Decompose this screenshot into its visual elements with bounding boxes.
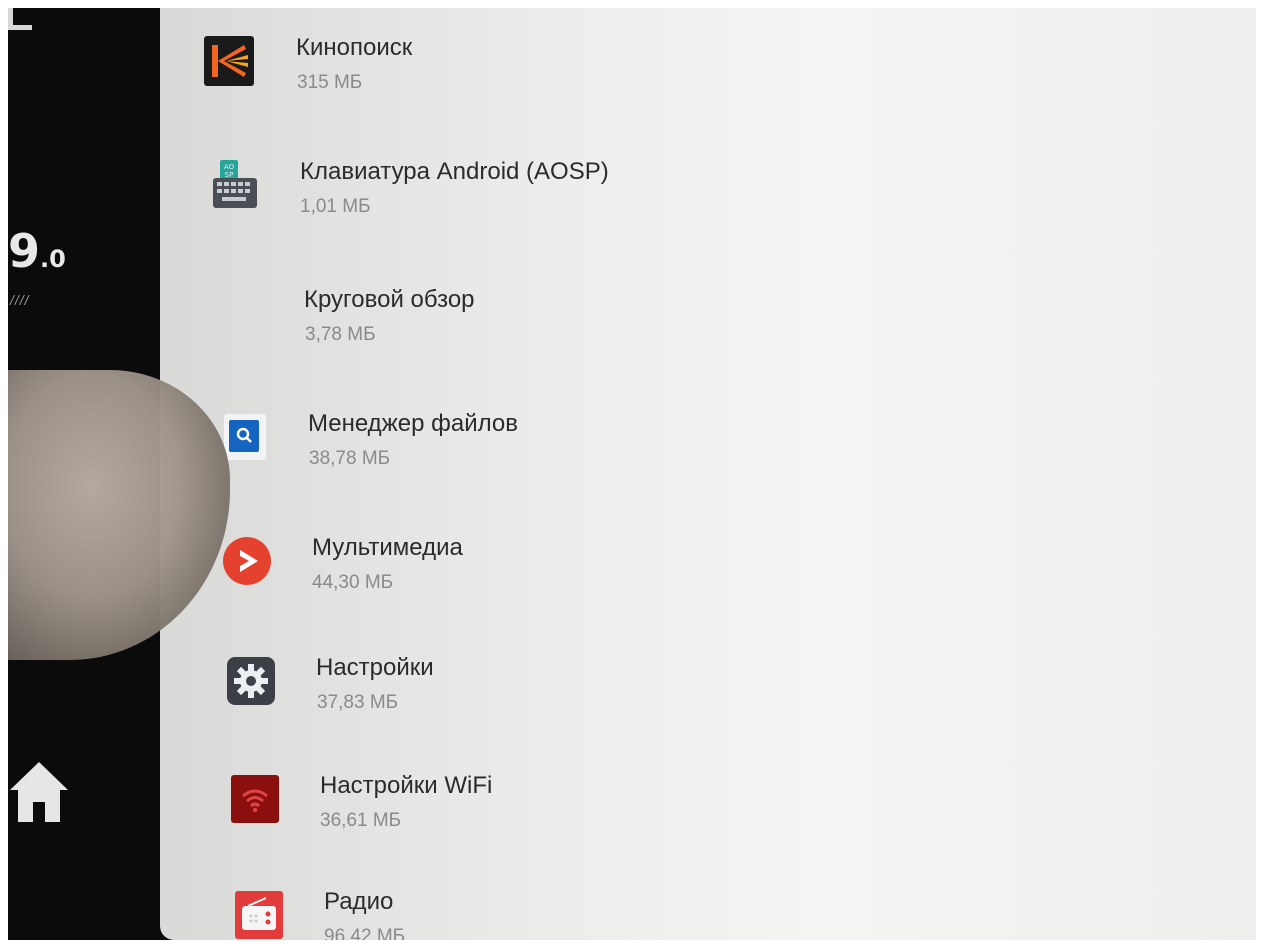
multimedia-icon (222, 536, 272, 586)
app-size: 37,83 МБ (317, 692, 399, 713)
app-name: Менеджер файлов (308, 410, 518, 437)
photo-border (0, 940, 1264, 944)
file-manager-icon (220, 412, 270, 462)
home-icon[interactable] (8, 756, 70, 826)
app-row-settings[interactable]: Настройки 37,83 МБ (226, 654, 1126, 756)
app-size: 96,42 МБ (324, 926, 406, 940)
back-icon[interactable] (8, 8, 32, 30)
app-size: 1,01 МБ (300, 196, 371, 217)
app-name: Настройки (316, 654, 434, 681)
app-row-kinopoisk[interactable]: Кинопоиск 315 МБ (204, 34, 1104, 136)
wifi-icon (230, 774, 280, 824)
photo-border (1256, 0, 1264, 944)
app-row-file-manager[interactable]: Менеджер файлов 38,78 МБ (220, 410, 1120, 512)
app-name: Круговой обзор (304, 286, 475, 313)
app-size: 38,78 МБ (309, 448, 391, 469)
speed-readout: 9.0 (8, 224, 66, 278)
app-row-surround-view[interactable]: Круговой обзор 3,78 МБ (304, 286, 1104, 388)
app-name: Кинопоиск (296, 34, 413, 61)
app-size: 315 МБ (297, 72, 363, 93)
keyboard-icon: AO SP (210, 160, 260, 210)
app-list-panel: Кинопоиск 315 МБ AO SP Клавиатура Androi… (160, 8, 1256, 940)
kinopoisk-icon (204, 36, 254, 86)
app-name: Клавиатура Android (AOSP) (300, 158, 609, 185)
app-row-multimedia[interactable]: Мультимедиа 44,30 МБ (222, 534, 1122, 636)
app-row-keyboard[interactable]: AO SP Клавиатура Android (AOSP) 1,01 МБ (210, 158, 1110, 260)
app-row-wifi-settings[interactable]: Настройки WiFi 36,61 МБ (230, 772, 1130, 874)
settings-gear-icon (226, 656, 276, 706)
app-row-radio[interactable]: Радио 96,42 МБ (234, 888, 1134, 940)
app-name: Настройки WiFi (320, 772, 493, 799)
app-size: 3,78 МБ (305, 324, 376, 345)
photo-border (0, 0, 1264, 8)
app-name: Мультимедиа (312, 534, 463, 561)
app-size: 44,30 МБ (312, 572, 394, 593)
svg-text:AO: AO (224, 163, 235, 171)
radio-icon (234, 890, 284, 940)
app-size: 36,61 МБ (320, 810, 402, 831)
speed-unit: //// (10, 292, 30, 308)
photo-border (0, 0, 8, 944)
svg-text:SP: SP (225, 171, 234, 179)
app-name: Радио (324, 888, 394, 915)
